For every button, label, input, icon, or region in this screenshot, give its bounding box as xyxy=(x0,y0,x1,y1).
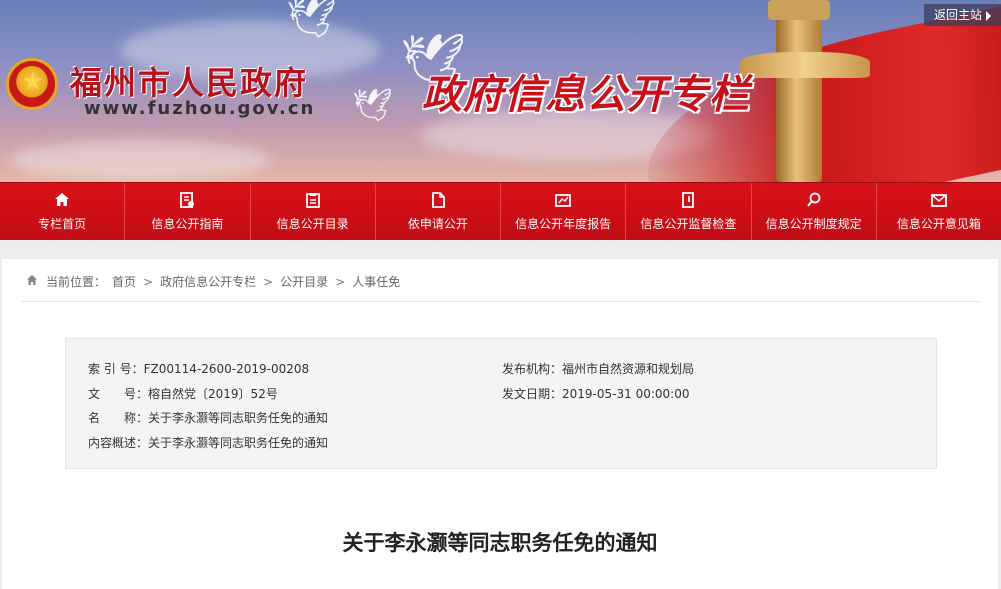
nav-label: 信息公开目录 xyxy=(276,217,349,231)
meta-docno-value: 榕自然党〔2019〕52号 xyxy=(148,387,278,401)
breadcrumb-link-catalog[interactable]: 公开目录 xyxy=(280,273,328,290)
dove-icon: 🕊 xyxy=(286,0,337,41)
nav-item-annual-report[interactable]: 信息公开年度报告 xyxy=(501,183,627,240)
nav-item-regulation[interactable]: 信息公开制度规定 xyxy=(752,183,877,240)
mailbox-icon xyxy=(930,191,948,209)
breadcrumb-separator: > xyxy=(143,274,154,289)
meta-index: 索 引 号：FZ00114-2600-2019-00208 xyxy=(88,360,309,377)
nav-label: 信息公开指南 xyxy=(151,217,224,231)
meta-docno: 文 号：榕自然党〔2019〕52号 xyxy=(88,385,278,402)
nav-label: 依申请公开 xyxy=(407,217,468,231)
meta-index-value: FZ00114-2600-2019-00208 xyxy=(143,362,310,376)
column-title: 政府信息公开专栏 xyxy=(422,72,750,118)
meta-date: 发文日期：2019-05-31 00:00:00 xyxy=(502,385,689,402)
home-icon xyxy=(53,191,71,209)
nav-label: 信息公开年度报告 xyxy=(515,217,612,231)
breadcrumb-separator: > xyxy=(263,274,274,289)
meta-name-value: 关于李永灏等同志职务任免的通知 xyxy=(148,411,329,425)
nav-item-home[interactable]: 专栏首页 xyxy=(0,183,126,240)
meta-index-label: 索 引 号： xyxy=(88,362,144,376)
document-icon xyxy=(429,191,447,209)
caret-right-icon xyxy=(986,10,991,21)
nav-item-apply[interactable]: 依申请公开 xyxy=(376,183,501,240)
meta-summary-value: 关于李永灏等同志职务任免的通知 xyxy=(148,436,329,450)
nav-label: 信息公开意见箱 xyxy=(896,217,981,231)
main-nav: 专栏首页 信息公开指南 信息公开目录 依申请公开 信息公开年度报告 信息公开监督… xyxy=(0,182,1001,240)
return-main-site-button[interactable]: 返回主站 xyxy=(923,4,1001,26)
nav-item-inspection[interactable]: 信息公开监督检查 xyxy=(626,183,752,240)
breadcrumb-divider xyxy=(22,301,980,302)
nav-label: 信息公开监督检查 xyxy=(640,217,737,231)
header-banner: 🕊 🕊 🕊 福州市人民政府 www.fuzhou.gov.cn 政府信息公开专栏… xyxy=(0,0,1001,182)
home-icon xyxy=(26,274,38,289)
meta-date-value: 2019-05-31 00:00:00 xyxy=(562,387,690,401)
document-title: 关于李永灏等同志职务任免的通知 xyxy=(342,531,658,555)
meta-docno-label: 文 号： xyxy=(88,387,149,401)
document-meta-box: 索 引 号：FZ00114-2600-2019-00208 发布机构：福州市自然… xyxy=(65,338,937,469)
meta-publisher: 发布机构：福州市自然资源和规划局 xyxy=(502,360,694,377)
inspection-icon xyxy=(679,191,697,209)
breadcrumb-link-column[interactable]: 政府信息公开专栏 xyxy=(160,273,256,290)
site-url: www.fuzhou.gov.cn xyxy=(84,98,316,119)
breadcrumb: 当前位置： 首页 > 政府信息公开专栏 > 公开目录 > 人事任免 xyxy=(26,273,400,290)
meta-publisher-label: 发布机构： xyxy=(502,362,563,376)
breadcrumb-link-home[interactable]: 首页 xyxy=(112,273,136,290)
meta-date-label: 发文日期： xyxy=(502,387,563,401)
nav-label: 专栏首页 xyxy=(38,217,87,231)
nav-item-catalog[interactable]: 信息公开目录 xyxy=(251,183,376,240)
catalog-icon xyxy=(304,191,322,209)
main-content: 当前位置： 首页 > 政府信息公开专栏 > 公开目录 > 人事任免 索 引 号：… xyxy=(2,259,998,589)
breadcrumb-link-current[interactable]: 人事任免 xyxy=(352,273,400,290)
meta-name-label: 名 称： xyxy=(88,411,149,425)
breadcrumb-separator: > xyxy=(335,274,346,289)
meta-summary: 内容概述：关于李永灏等同志职务任免的通知 xyxy=(88,434,328,451)
cloud-decoration xyxy=(10,140,270,180)
guide-icon xyxy=(178,191,196,209)
nav-item-guide[interactable]: 信息公开指南 xyxy=(125,183,251,240)
meta-name: 名 称：关于李永灏等同志职务任免的通知 xyxy=(88,409,328,426)
nav-label: 信息公开制度规定 xyxy=(765,217,862,231)
meta-publisher-value: 福州市自然资源和规划局 xyxy=(562,362,695,376)
dove-icon: 🕊 xyxy=(352,86,393,124)
breadcrumb-prefix: 当前位置： xyxy=(46,275,107,289)
huabiao-pillar-decoration xyxy=(776,10,822,182)
regulation-icon xyxy=(805,191,823,209)
meta-summary-label: 内容概述： xyxy=(88,436,149,450)
huabiao-cap-decoration xyxy=(768,0,830,20)
huabiao-wing-decoration xyxy=(740,52,870,78)
nav-item-mailbox[interactable]: 信息公开意见箱 xyxy=(877,183,1001,240)
return-main-site-label: 返回主站 xyxy=(933,8,982,22)
report-icon xyxy=(554,191,572,209)
national-emblem-icon xyxy=(6,58,58,110)
